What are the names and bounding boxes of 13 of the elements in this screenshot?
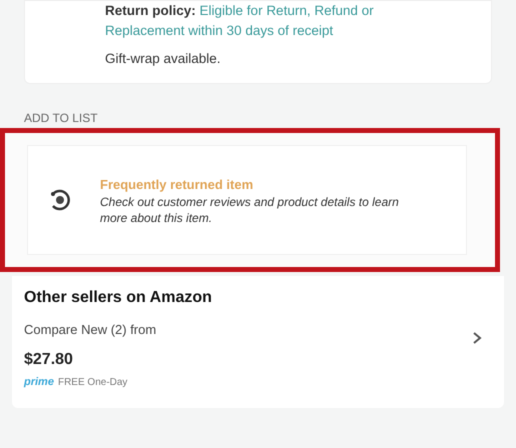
price-text: $27.80	[24, 350, 74, 370]
notice-body: Check out customer reviews and product details to learn more about this item.	[100, 194, 400, 226]
other-sellers-card[interactable]: Other sellers on Amazon Compare New (2) from $27.80 prime FREE One-Day	[12, 276, 504, 408]
compare-text: Compare New (2) from	[24, 321, 158, 340]
gift-wrap-text: Gift-wrap available.	[105, 50, 222, 68]
return-icon	[48, 188, 72, 212]
prime-logo: prime	[24, 374, 54, 390]
add-to-list-link[interactable]: ADD TO LIST	[24, 111, 98, 126]
return-policy-text: Return policy: Eligible for Return, Refund or Replacement within 30 days of receipt	[105, 2, 375, 40]
delivery-text: FREE One-Day	[58, 376, 128, 390]
chevron-right-icon	[472, 331, 482, 346]
other-sellers-title: Other sellers on Amazon	[24, 288, 213, 308]
notice-title: Frequently returned item	[100, 176, 254, 194]
